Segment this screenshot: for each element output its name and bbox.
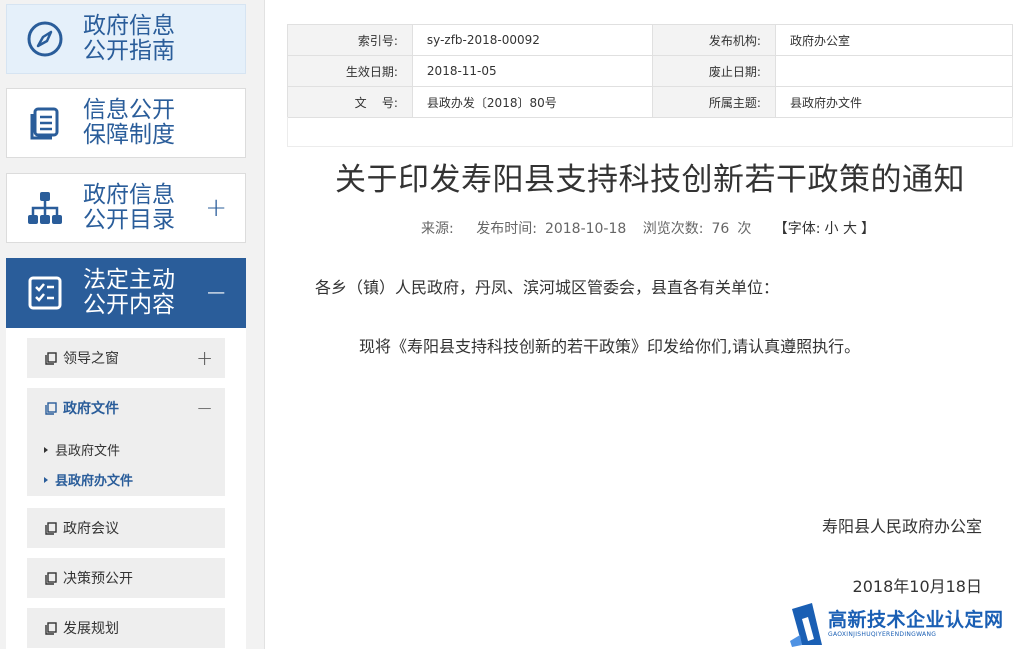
document-icon <box>45 401 57 415</box>
sidebar-subitem-label: 政府文件 <box>63 401 119 417</box>
abolish-date-label: 废止日期: <box>651 55 776 87</box>
source-label: 来源: <box>421 221 454 237</box>
sidebar-subitem-gov-meetings[interactable]: 政府会议 <box>27 508 225 548</box>
index-value: sy-zfb-2018-00092 <box>411 24 653 56</box>
sidebar-subitem-decision-preview[interactable]: 决策预公开 <box>27 558 225 598</box>
article-body: 现将《寿阳县支持科技创新的若干政策》印发给你们,请认真遵照执行。 <box>359 337 861 356</box>
bullet-arrow-icon <box>44 446 48 453</box>
org-chart-icon <box>7 189 83 227</box>
compass-icon <box>7 20 83 58</box>
topic-label: 所属主题: <box>651 86 776 118</box>
document-metadata-table: 索引号: sy-zfb-2018-00092 发布机构: 政府办公室 生效日期:… <box>287 24 1014 118</box>
sidebar-subitem-gov-documents[interactable]: 政府文件 − <box>27 388 225 428</box>
sidebar-item-label: 政府信息公开目录 <box>83 182 175 233</box>
topic-value: 县政府办文件 <box>774 86 1014 118</box>
leaf-label: 县政府文件 <box>55 444 121 459</box>
sidebar-item-label: 法定主动公开内容 <box>83 267 175 318</box>
sidebar-subitem-leadership[interactable]: 领导之窗 + <box>27 338 225 378</box>
collapse-icon[interactable]: − <box>196 396 213 420</box>
sidebar: 政府信息公开指南 信息公开保障制度 政府信息公开目录 + 法定主动公开内容 − … <box>0 0 250 649</box>
signer: 寿阳县人民政府办公室 <box>821 517 982 536</box>
document-icon <box>45 621 57 635</box>
doc-number-value: 县政办发〔2018〕80号 <box>411 86 653 118</box>
sidebar-subitem-label: 发展规划 <box>63 621 119 637</box>
expand-icon[interactable]: + <box>205 193 227 223</box>
sidebar-item-statutory-content[interactable]: 法定主动公开内容 − <box>6 258 246 328</box>
index-label: 索引号: <box>287 24 413 56</box>
article-info-bar: 来源: 发布时间: 2018-10-18 浏览次数: 76 次 【字体: 小 大】 <box>287 218 1013 238</box>
main-content: 索引号: sy-zfb-2018-00092 发布机构: 政府办公室 生效日期:… <box>264 0 1034 649</box>
effective-date-label: 生效日期: <box>287 55 413 87</box>
sidebar-item-disclosure-catalog[interactable]: 政府信息公开目录 + <box>6 173 246 243</box>
watermark-title: 高新技术企业认定网 <box>828 609 1004 631</box>
sidebar-subitem-label: 领导之窗 <box>63 351 119 367</box>
submenu-panel: 领导之窗 + 政府文件 − 县政府文件 县政府办文件 政府会议 决策预公开 发展 <box>6 328 246 649</box>
page-title: 关于印发寿阳县支持科技创新若干政策的通知 <box>335 162 965 198</box>
watermark: 高新技术企业认定网 GAOXINJISHUQIYERENDINGWANG <box>788 598 1034 649</box>
document-icon <box>45 521 57 535</box>
abolish-date-value <box>774 55 1014 87</box>
font-size-label: 【字体: <box>773 221 821 237</box>
publisher-label: 发布机构: <box>651 24 776 56</box>
metadata-spacer <box>287 117 1013 147</box>
watermark-text: 高新技术企业认定网 GAOXINJISHUQIYERENDINGWANG <box>828 609 1004 638</box>
watermark-logo-icon <box>788 601 826 647</box>
publisher-value: 政府办公室 <box>774 24 1014 56</box>
document-icon <box>45 571 57 585</box>
publish-time-label: 发布时间: <box>476 221 537 237</box>
sidebar-subitem-development-plan[interactable]: 发展规划 <box>27 608 225 648</box>
font-small-button[interactable]: 小 <box>824 221 838 237</box>
views-unit: 次 <box>737 221 752 237</box>
font-large-button[interactable]: 大 <box>843 221 857 237</box>
sidebar-item-label: 政府信息公开指南 <box>83 13 175 64</box>
leaf-county-gov-documents[interactable]: 县政府文件 <box>44 440 120 459</box>
sidebar-subitem-label: 政府会议 <box>63 521 119 537</box>
font-size-bracket: 】 <box>860 221 875 237</box>
sidebar-item-disclosure-guide[interactable]: 政府信息公开指南 <box>6 4 246 74</box>
leaf-county-office-documents[interactable]: 县政府办文件 <box>44 470 133 489</box>
doc-number-label: 文 号: <box>287 86 413 118</box>
sign-date: 2018年10月18日 <box>852 577 982 596</box>
salutation: 各乡（镇）人民政府，丹凤、滨河城区管委会，县直各有关单位： <box>315 278 780 297</box>
document-stack-icon <box>7 104 83 142</box>
views-count: 76 <box>711 221 730 237</box>
sidebar-item-guarantee-system[interactable]: 信息公开保障制度 <box>6 88 246 158</box>
font-size-control: 【字体: 小 大】 <box>770 221 879 237</box>
collapse-icon[interactable]: − <box>205 278 227 308</box>
sidebar-subitem-label: 决策预公开 <box>63 571 133 587</box>
sidebar-item-label: 信息公开保障制度 <box>83 97 175 148</box>
views-label: 浏览次数: <box>642 221 704 237</box>
document-icon <box>45 351 57 365</box>
leaf-label: 县政府办文件 <box>55 474 134 489</box>
effective-date-value: 2018-11-05 <box>411 55 653 87</box>
publish-time-value: 2018-10-18 <box>544 221 627 237</box>
watermark-subtitle: GAOXINJISHUQIYERENDINGWANG <box>828 631 937 638</box>
bullet-arrow-icon <box>44 476 48 483</box>
expand-icon[interactable]: + <box>196 346 213 370</box>
checklist-icon <box>7 274 83 312</box>
